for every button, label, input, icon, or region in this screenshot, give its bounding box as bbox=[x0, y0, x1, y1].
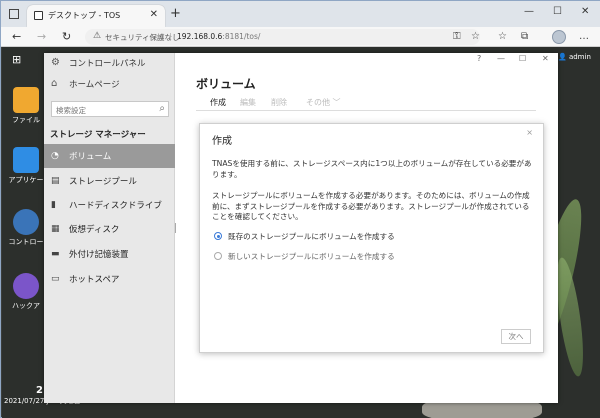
delete-button[interactable]: 削除 bbox=[271, 97, 287, 108]
tab-bar: デスクトップ - TOS ✕ + — ☐ ✕ bbox=[1, 1, 600, 27]
back-icon[interactable]: ← bbox=[12, 30, 21, 43]
desktop-icon-control[interactable]: コントロー bbox=[8, 209, 44, 247]
minimize-button[interactable]: — bbox=[524, 6, 534, 17]
desktop-icon-apps[interactable]: アプリケー bbox=[8, 147, 44, 185]
tab-title: デスクトップ - TOS bbox=[48, 11, 121, 20]
sidebar-section-title: ストレージ マネージャー bbox=[50, 130, 146, 140]
option-existing-pool[interactable]: 既存のストレージプールにボリュームを作成する bbox=[214, 230, 395, 242]
favorites-icon[interactable]: ☆ bbox=[498, 31, 507, 42]
search-input[interactable]: 検索設定 ⌕ bbox=[51, 101, 169, 117]
url-separator: | bbox=[169, 32, 172, 41]
warning-icon[interactable]: ⚠ bbox=[93, 31, 101, 41]
option-new-pool[interactable]: 新しいストレージプールにボリュームを作成する bbox=[214, 250, 395, 262]
maximize-button[interactable]: ☐ bbox=[553, 6, 562, 17]
create-button[interactable]: 作成 bbox=[210, 97, 226, 108]
desktop-icon-backup[interactable]: ハックア bbox=[8, 273, 44, 311]
hot-spare-icon: ▭ bbox=[51, 274, 60, 284]
sidebar-item-hot-spare[interactable]: ▭ ホットスペア bbox=[44, 267, 175, 291]
help-button[interactable]: ? bbox=[477, 54, 481, 63]
dialog-text-1: TNASを使用する前に、ストレージスペース内に1つ以上のボリュームが存在している… bbox=[212, 159, 532, 179]
pie-icon: ◔ bbox=[51, 151, 59, 161]
radio-existing-pool[interactable] bbox=[214, 232, 222, 240]
home-icon: ⌂ bbox=[51, 78, 58, 89]
search-icon[interactable]: ⌕ bbox=[159, 103, 165, 114]
app-maximize-button[interactable]: ☐ bbox=[519, 54, 526, 63]
storage-pool-icon: ▤ bbox=[51, 176, 60, 186]
new-tab-button[interactable]: + bbox=[170, 6, 181, 21]
more-dropdown[interactable]: その他 ﹀ bbox=[306, 97, 341, 108]
tab-close-icon[interactable]: ✕ bbox=[150, 9, 158, 20]
tab-actions-icon[interactable] bbox=[9, 9, 19, 19]
browser-window: デスクトップ - TOS ✕ + — ☐ ✕ ← → ↻ ⚠ セキュリティ保護な… bbox=[0, 0, 600, 418]
tab-desktop-tos[interactable]: デスクトップ - TOS ✕ bbox=[27, 5, 165, 27]
close-window-button[interactable]: ✕ bbox=[581, 6, 589, 17]
external-storage-icon: ▬ bbox=[51, 249, 60, 259]
page-icon bbox=[34, 11, 43, 20]
collections-icon[interactable]: ⧉ bbox=[521, 31, 528, 42]
hdd-icon: ▮ bbox=[51, 200, 56, 210]
address-bar-row: ← → ↻ ⚠ セキュリティ保護なし | 192.168.0.6:8181/to… bbox=[1, 27, 600, 47]
gear-icon bbox=[13, 209, 39, 235]
favorite-icon[interactable]: ☆ bbox=[471, 31, 480, 42]
next-button[interactable]: 次へ bbox=[501, 329, 531, 344]
desktop-icon-file[interactable]: ファイル bbox=[8, 87, 44, 125]
app-close-button[interactable]: ✕ bbox=[542, 54, 549, 63]
edit-button[interactable]: 編集 bbox=[240, 97, 256, 108]
sidebar-home[interactable]: ⌂ ホームページ bbox=[44, 74, 175, 94]
forward-icon[interactable]: → bbox=[37, 30, 46, 43]
start-icon[interactable]: ⊞ bbox=[12, 53, 21, 66]
app-center-icon bbox=[13, 147, 39, 173]
control-panel-icon: ⚙ bbox=[51, 57, 60, 68]
key-icon[interactable]: ⚿ bbox=[453, 31, 461, 42]
folder-icon bbox=[13, 87, 39, 113]
sidebar-item-external-storage[interactable]: ▬ 外付け記憶装置 bbox=[44, 242, 175, 266]
dialog-close-icon[interactable]: × bbox=[526, 128, 533, 137]
page-title: ボリューム bbox=[196, 77, 256, 91]
sidebar-item-hdd[interactable]: ▮ ハードディスクドライブ bbox=[44, 193, 175, 217]
address-bar[interactable]: ⚠ セキュリティ保護なし | 192.168.0.6:8181/tos/ bbox=[85, 29, 480, 45]
sidebar-item-storage-pool[interactable]: ▤ ストレージプール bbox=[44, 169, 175, 193]
user-menu[interactable]: 👤 admin bbox=[558, 53, 591, 61]
reload-icon[interactable]: ↻ bbox=[62, 30, 71, 43]
sidebar-control-panel[interactable]: ⚙ コントロールパネル bbox=[44, 53, 175, 73]
create-volume-dialog: 作成 × TNASを使用する前に、ストレージスペース内に1つ以上のボリュームが存… bbox=[199, 123, 544, 353]
virtual-disk-icon: ▦ bbox=[51, 224, 60, 234]
url-text[interactable]: 192.168.0.6:8181/tos/ bbox=[177, 32, 260, 41]
app-minimize-button[interactable]: — bbox=[497, 54, 505, 63]
profile-avatar[interactable] bbox=[552, 30, 566, 44]
volume-toolbar: 作成 編集 削除 その他 ﹀ bbox=[196, 97, 536, 111]
dialog-text-2: ストレージプールにボリュームを作成する必要があります。そのためには、ボリュームの… bbox=[212, 191, 530, 221]
dialog-title: 作成 bbox=[212, 136, 232, 147]
sidebar-item-volume[interactable]: ◔ ボリューム bbox=[44, 144, 175, 168]
sidebar-item-virtual-disk[interactable]: ▦ 仮想ディスク bbox=[44, 217, 175, 241]
radio-new-pool[interactable] bbox=[214, 252, 222, 260]
clock-icon bbox=[13, 273, 39, 299]
sidebar: ⚙ コントロールパネル ⌂ ホームページ 検索設定 ⌕ ストレージ マネージャー… bbox=[44, 53, 175, 403]
more-icon[interactable]: … bbox=[579, 31, 589, 42]
